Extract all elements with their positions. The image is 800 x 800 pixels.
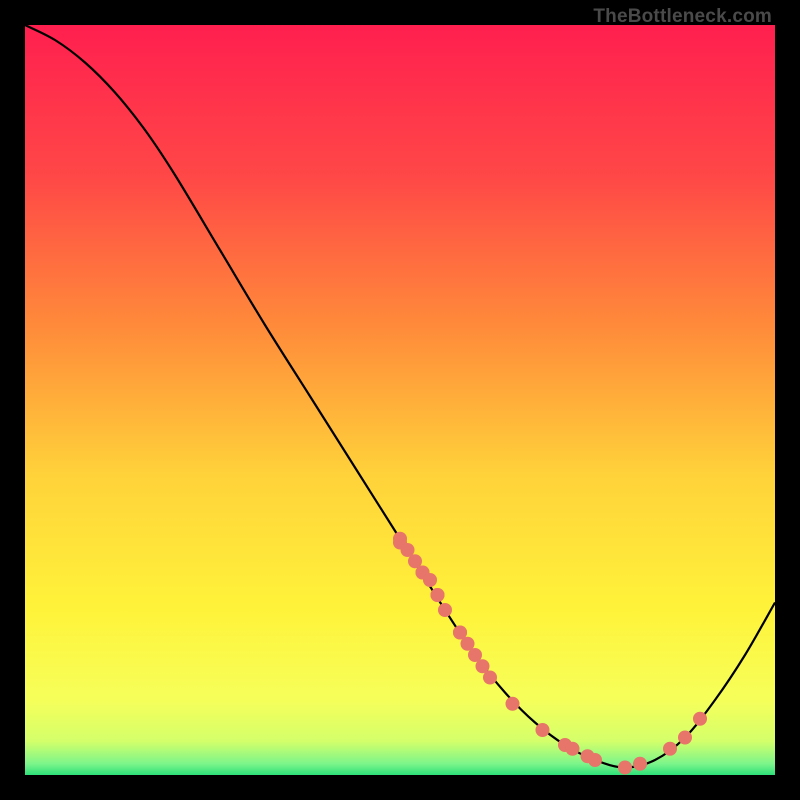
curve-marker (438, 603, 452, 617)
chart-frame: TheBottleneck.com (0, 0, 800, 800)
curve-marker (423, 573, 437, 587)
chart-svg (25, 25, 775, 775)
curve-marker (678, 731, 692, 745)
curve-marker (431, 588, 445, 602)
curve-marker (483, 671, 497, 685)
curve-marker (566, 742, 580, 756)
curve-marker (506, 697, 520, 711)
curve-marker (618, 761, 632, 775)
curve-marker (588, 753, 602, 767)
curve-marker (663, 742, 677, 756)
gradient-background (25, 25, 775, 775)
curve-marker (693, 712, 707, 726)
chart-plot-area (25, 25, 775, 775)
curve-marker (633, 757, 647, 771)
curve-marker (536, 723, 550, 737)
